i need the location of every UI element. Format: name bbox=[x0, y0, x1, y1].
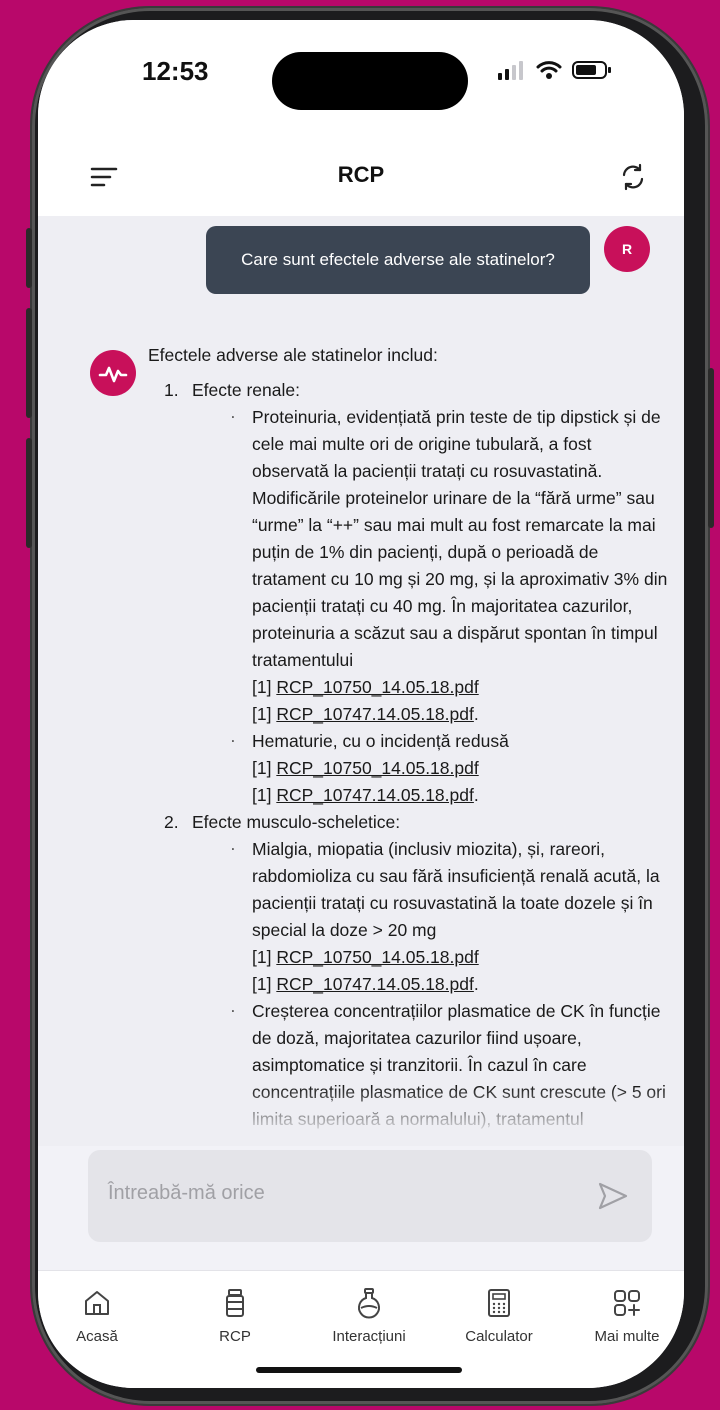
answer-section: 2. Efecte musculo-scheletice: · Mialgia,… bbox=[164, 809, 668, 1133]
tab-label: Mai multe bbox=[594, 1328, 660, 1345]
tab-label: Interacțiuni bbox=[332, 1328, 406, 1345]
item-text: Proteinuria, evidențiată prin teste de t… bbox=[252, 407, 668, 670]
reference-link[interactable]: RCP_10750_14.05.18.pdf bbox=[276, 758, 478, 778]
tab-rcp[interactable]: RCP bbox=[180, 1287, 290, 1345]
answer-sections: 1. Efecte renale: · Proteinuria, evidenț… bbox=[164, 377, 668, 1133]
bullet: · bbox=[230, 730, 236, 750]
wifi-icon bbox=[536, 61, 562, 79]
reference-prefix: [1] bbox=[252, 947, 277, 967]
page-title: RCP bbox=[337, 162, 385, 187]
section-number: 2. bbox=[164, 812, 179, 832]
item-text: Hematurie, cu o incidență redusă bbox=[252, 731, 509, 751]
calculator-icon bbox=[488, 1289, 510, 1317]
section-items: · Proteinuria, evidențiată prin teste de… bbox=[228, 404, 668, 809]
tab-bar: Acasă RCP Interacțiuni Calculator Mai mu… bbox=[38, 1270, 684, 1388]
tab-label: RCP bbox=[219, 1328, 251, 1345]
tab-more[interactable]: Mai multe bbox=[572, 1287, 682, 1345]
user-message: Care sunt efectele adverse ale statinelo… bbox=[206, 226, 590, 294]
answer-section: 1. Efecte renale: · Proteinuria, evidenț… bbox=[164, 377, 668, 809]
pulse-icon bbox=[98, 366, 128, 383]
reference-prefix: [1] bbox=[252, 704, 277, 724]
home-indicator[interactable] bbox=[256, 1367, 462, 1373]
reference-link[interactable]: RCP_10747.14.05.18.pdf bbox=[276, 785, 474, 805]
power-button bbox=[708, 368, 714, 528]
assistant-avatar bbox=[90, 350, 136, 396]
status-time: 12:53 bbox=[142, 56, 209, 86]
reference-link[interactable]: RCP_10747.14.05.18.pdf bbox=[276, 704, 474, 724]
reference: [1] RCP_10750_14.05.18.pdf bbox=[252, 674, 668, 701]
battery-icon bbox=[572, 61, 611, 79]
section-number: 1. bbox=[164, 380, 179, 400]
home-icon bbox=[85, 1291, 109, 1315]
input-placeholder: Întreabă-mă orice bbox=[108, 1182, 265, 1204]
reference-prefix: [1] bbox=[252, 974, 277, 994]
tab-home[interactable]: Acasă bbox=[42, 1287, 152, 1345]
reference: [1] RCP_10750_14.05.18.pdf bbox=[252, 944, 668, 971]
grid-plus-icon bbox=[614, 1290, 640, 1316]
refresh-icon[interactable] bbox=[618, 162, 648, 192]
section-title: Efecte renale: bbox=[192, 380, 300, 400]
item-text: Mialgia, miopatia (inclusiv miozita), și… bbox=[252, 839, 660, 940]
flask-icon bbox=[358, 1288, 380, 1319]
chat-area[interactable]: Care sunt efectele adverse ale statinelo… bbox=[38, 216, 684, 1146]
mute-switch bbox=[26, 228, 32, 288]
list-item: · Hematurie, cu o incidență redusă [1] R… bbox=[228, 728, 668, 809]
user-avatar: R bbox=[604, 226, 650, 272]
tab-calculator[interactable]: Calculator bbox=[444, 1287, 554, 1345]
assistant-answer: Efectele adverse ale statinelor includ: … bbox=[148, 342, 668, 1133]
bullet: · bbox=[230, 406, 236, 426]
answer-intro: Efectele adverse ale statinelor includ: bbox=[148, 345, 438, 365]
medicine-bottle-icon bbox=[226, 1289, 244, 1317]
tab-label: Acasă bbox=[76, 1328, 118, 1345]
reference-link[interactable]: RCP_10750_14.05.18.pdf bbox=[276, 677, 478, 697]
reference-prefix: [1] bbox=[252, 785, 277, 805]
list-item: · Proteinuria, evidențiată prin teste de… bbox=[228, 404, 668, 728]
message-input[interactable]: Întreabă-mă orice bbox=[88, 1150, 652, 1242]
tab-interactions[interactable]: Interacțiuni bbox=[314, 1287, 424, 1345]
app-bar: RCP bbox=[38, 140, 684, 216]
status-icons bbox=[498, 60, 612, 80]
reference-link[interactable]: RCP_10750_14.05.18.pdf bbox=[276, 947, 478, 967]
section-title: Efecte musculo-scheletice: bbox=[192, 812, 401, 832]
reference-suffix: . bbox=[473, 704, 479, 724]
reference-prefix: [1] bbox=[252, 758, 277, 778]
volume-down-button bbox=[26, 438, 32, 548]
reference: [1] RCP_10747.14.05.18.pdf. bbox=[252, 971, 668, 998]
composer: Întreabă-mă orice bbox=[38, 1146, 684, 1270]
signal-icon bbox=[498, 61, 523, 80]
reference: [1] RCP_10747.14.05.18.pdf. bbox=[252, 782, 668, 809]
reference-link[interactable]: RCP_10747.14.05.18.pdf bbox=[276, 974, 474, 994]
status-bar: 12:53 bbox=[38, 20, 684, 140]
bullet: · bbox=[230, 838, 236, 858]
reference: [1] RCP_10747.14.05.18.pdf. bbox=[252, 701, 668, 728]
volume-up-button bbox=[26, 308, 32, 418]
reference-suffix: . bbox=[473, 974, 479, 994]
send-icon[interactable] bbox=[596, 1180, 630, 1212]
screen: 12:53 RCP Care sunt efectele adverse ale… bbox=[38, 20, 684, 1388]
bullet: · bbox=[230, 1000, 236, 1020]
reference: [1] RCP_10750_14.05.18.pdf bbox=[252, 755, 668, 782]
list-item: · Mialgia, miopatia (inclusiv miozita), … bbox=[228, 836, 668, 998]
reference-suffix: . bbox=[473, 785, 479, 805]
scroll-fade bbox=[38, 1086, 684, 1146]
tab-label: Calculator bbox=[465, 1328, 533, 1345]
dynamic-island bbox=[272, 52, 468, 110]
reference-prefix: [1] bbox=[252, 677, 277, 697]
